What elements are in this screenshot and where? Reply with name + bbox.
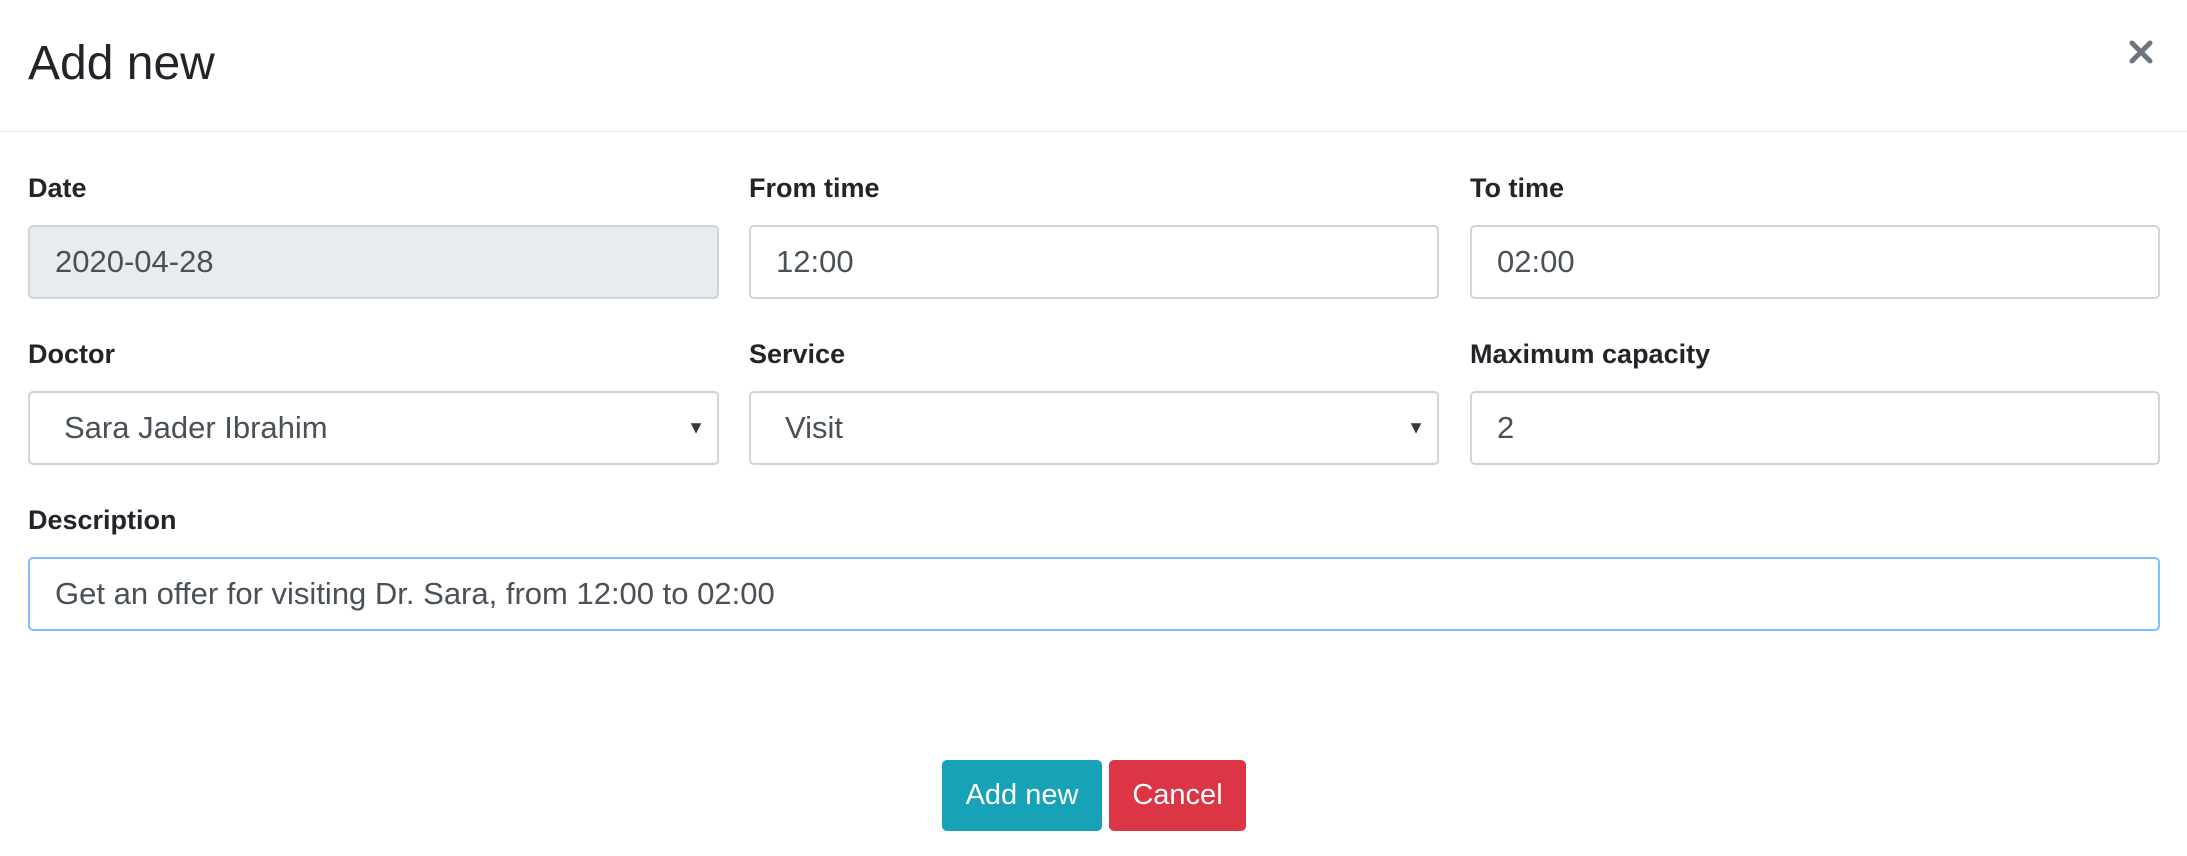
max-capacity-value: 2 [1497,410,1515,445]
service-value: Visit [785,410,844,445]
modal-header: Add new [0,0,2187,132]
modal-title: Add new [28,37,215,90]
caret-down-icon: ▼ [1407,417,1425,438]
caret-down-icon: ▼ [687,417,705,438]
description-label: Description [28,505,177,535]
description-value: Get an offer for visiting Dr. Sara, from… [55,576,775,611]
doctor-value: Sara Jader Ibrahim [64,410,328,445]
from-time-input[interactable]: 12:00 [749,225,1439,299]
service-select[interactable]: Visit ▼ [749,391,1439,465]
from-time-value: 12:00 [776,244,854,279]
add-new-modal: Add new Date 2020-04-28 From time 12:00 … [0,0,2187,856]
to-time-value: 02:00 [1497,244,1575,279]
date-label: Date [28,173,87,203]
max-capacity-input[interactable]: 2 [1470,391,2160,465]
add-new-button[interactable]: Add new [942,760,1102,831]
date-input[interactable]: 2020-04-28 [28,225,719,299]
to-time-label: To time [1470,173,1564,203]
service-label: Service [749,339,846,369]
description-input[interactable]: Get an offer for visiting Dr. Sara, from… [28,557,2160,631]
close-button[interactable] [2117,28,2165,76]
cancel-button[interactable]: Cancel [1109,760,1246,831]
date-value: 2020-04-28 [55,244,214,279]
doctor-select[interactable]: Sara Jader Ibrahim ▼ [28,391,719,465]
to-time-input[interactable]: 02:00 [1470,225,2160,299]
max-capacity-label: Maximum capacity [1470,339,1711,369]
doctor-label: Doctor [28,339,115,369]
from-time-label: From time [749,173,880,203]
close-icon [2129,40,2153,64]
